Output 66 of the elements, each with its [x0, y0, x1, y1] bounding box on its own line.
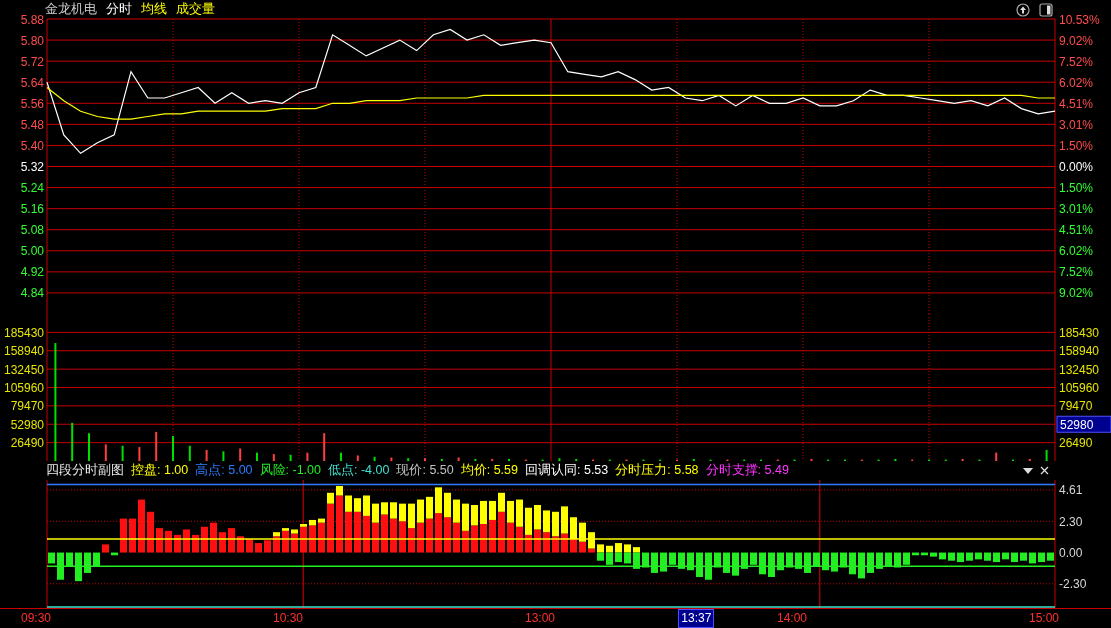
- volume-axis-label: 158940: [1059, 344, 1100, 359]
- price-axis-label: 4.84: [20, 286, 44, 301]
- percent-axis-label: 9.02%: [1059, 286, 1094, 301]
- price-axis-label: 5.88: [20, 12, 44, 27]
- indicator-value-label: 风险: -1.00: [259, 462, 321, 479]
- percent-axis-label: 3.01%: [1059, 117, 1094, 132]
- indicator-axis-label: 2.30: [1059, 514, 1083, 529]
- percent-axis-label: 9.02%: [1059, 33, 1094, 48]
- price-axis-label: 5.40: [20, 138, 44, 153]
- volume-axis-label: 132450: [1059, 362, 1100, 377]
- volume-axis-label: 105960: [1059, 381, 1100, 395]
- indicator-value-label: 低点: -4.00: [328, 462, 390, 479]
- percent-axis-label: 7.52%: [1059, 265, 1094, 280]
- price-axis-label: 5.48: [20, 117, 44, 132]
- indicator-value-label: 控盘: 1.00: [131, 462, 189, 479]
- time-axis-label: 09:30: [20, 611, 51, 625]
- price-axis-label: 5.80: [20, 33, 44, 48]
- indicator-axis-label: 0.00: [1059, 546, 1083, 561]
- percent-axis-label: 4.51%: [1059, 223, 1094, 238]
- cursor-time-label: 13:37: [678, 609, 715, 628]
- price-axis-label: 5.32: [20, 160, 44, 174]
- volume-axis-label: 158940: [3, 344, 44, 359]
- price-axis-label: 5.72: [20, 54, 44, 69]
- volume-axis-label: 52980: [10, 417, 44, 432]
- volume-axis-label: 26490: [10, 436, 44, 451]
- indicator-value-label: 均价: 5.59: [460, 462, 518, 479]
- percent-axis-label: 3.01%: [1059, 202, 1094, 217]
- indicator-value-label: 分时支撑: 5.49: [705, 462, 789, 479]
- indicator-value-label: 现价: 5.50: [396, 462, 454, 479]
- chart-legend-label: 分时: [106, 1, 132, 18]
- volume-axis-label: 79470: [1059, 399, 1093, 414]
- indicator-value-label: 分时压力: 5.58: [615, 462, 699, 479]
- percent-axis-label: 0.00%: [1059, 160, 1094, 174]
- price-axis-label: 4.92: [20, 265, 44, 280]
- volume-axis-label: 105960: [3, 381, 44, 395]
- percent-axis-label: 1.50%: [1059, 138, 1094, 153]
- percent-axis-label: 10.53%: [1059, 12, 1100, 27]
- indicator-value-label: 高点: 5.00: [195, 462, 253, 479]
- indicator-axis-label: -2.30: [1059, 577, 1087, 592]
- volume-axis-label: 132450: [3, 362, 44, 377]
- price-axis-label: 5.64: [20, 75, 44, 90]
- price-axis-label: 5.24: [20, 181, 44, 196]
- indicator-axis-label: 4.61: [1059, 483, 1083, 498]
- price-axis-label: 5.56: [20, 96, 44, 111]
- indicator-title: 四段分时副图: [46, 462, 124, 479]
- percent-axis-label: 6.02%: [1059, 75, 1094, 90]
- percent-axis-label: 6.02%: [1059, 244, 1094, 259]
- chart-legend-label: 均线: [141, 1, 167, 18]
- cursor-value-label: 52980: [1056, 415, 1111, 433]
- time-axis-label: 10:30: [272, 611, 303, 625]
- indicator-value-label: 回调认同: 5.53: [525, 462, 609, 479]
- volume-axis-label: 185430: [3, 325, 44, 340]
- percent-axis-label: 4.51%: [1059, 96, 1094, 111]
- price-axis-label: 5.08: [20, 223, 44, 238]
- time-axis-label: 15:00: [1028, 611, 1059, 625]
- volume-axis-label: 79470: [10, 399, 44, 414]
- time-axis-label: 14:00: [776, 611, 807, 625]
- price-axis-label: 5.16: [20, 202, 44, 217]
- volume-axis-label: 26490: [1059, 436, 1093, 451]
- volume-legend-label: 成交量: [176, 1, 215, 18]
- percent-axis-label: 7.52%: [1059, 54, 1094, 69]
- time-axis-label: 13:00: [524, 611, 555, 625]
- price-axis-label: 5.00: [20, 244, 44, 259]
- volume-axis-label: 185430: [1059, 325, 1100, 340]
- stock-name: 金龙机电: [45, 1, 97, 18]
- percent-axis-label: 1.50%: [1059, 181, 1094, 196]
